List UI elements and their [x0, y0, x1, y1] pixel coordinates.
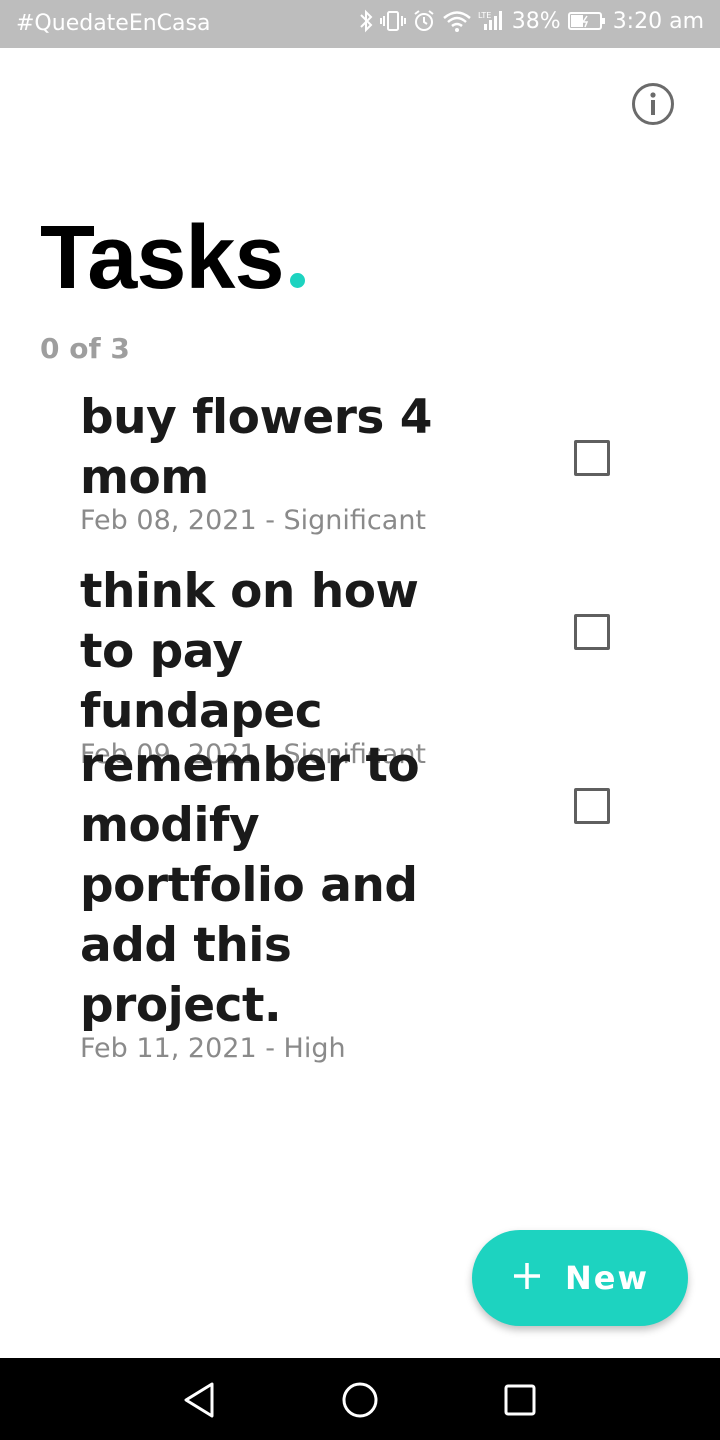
task-title: buy flowers 4 mom: [80, 390, 432, 505]
task-item: remember to modify portfolio and add thi…: [80, 736, 680, 1066]
page-title: Tasks: [40, 208, 285, 308]
svg-text:LTE: LTE: [478, 11, 491, 20]
task-title: think on how to pay fundapec: [80, 564, 419, 739]
status-bar: #QuedateEnCasa LTE 38% 3:20 am: [0, 0, 720, 48]
recents-icon: [498, 1384, 542, 1426]
info-button[interactable]: [631, 82, 675, 126]
info-icon: [631, 83, 675, 130]
battery-percent: 38%: [511, 8, 561, 34]
recents-button[interactable]: [498, 1378, 542, 1422]
back-button[interactable]: [178, 1378, 222, 1422]
battery-icon: [567, 8, 607, 34]
task-checkbox[interactable]: [574, 440, 610, 476]
vibrate-icon: [379, 8, 406, 34]
home-icon: [338, 1382, 382, 1426]
status-icons: LTE 38% 3:20 am: [358, 8, 704, 34]
new-task-button[interactable]: New: [472, 1230, 688, 1326]
task-meta: Feb 08, 2021 - Significant: [80, 505, 427, 536]
bluetooth-icon: [358, 8, 374, 34]
wifi-icon: [442, 8, 472, 34]
task-checkbox[interactable]: [574, 614, 610, 650]
home-button[interactable]: [338, 1378, 382, 1422]
back-icon: [178, 1382, 222, 1426]
signal-icon: LTE: [478, 8, 506, 34]
task-count: 0 of 3: [40, 332, 130, 365]
task-meta: Feb 11, 2021 - High: [80, 1033, 346, 1064]
plus-icon: [511, 1260, 543, 1297]
clock: 3:20 am: [612, 8, 704, 34]
task-title: remember to modify portfolio and add thi…: [80, 738, 420, 1033]
title-accent-dot: [289, 273, 305, 288]
navigation-bar: [0, 1358, 720, 1440]
alarm-icon: [412, 8, 436, 34]
task-checkbox[interactable]: [574, 788, 610, 824]
status-text: #QuedateEnCasa: [16, 11, 211, 36]
new-task-label: New: [564, 1259, 650, 1297]
page-title-container: Tasks: [40, 208, 305, 308]
